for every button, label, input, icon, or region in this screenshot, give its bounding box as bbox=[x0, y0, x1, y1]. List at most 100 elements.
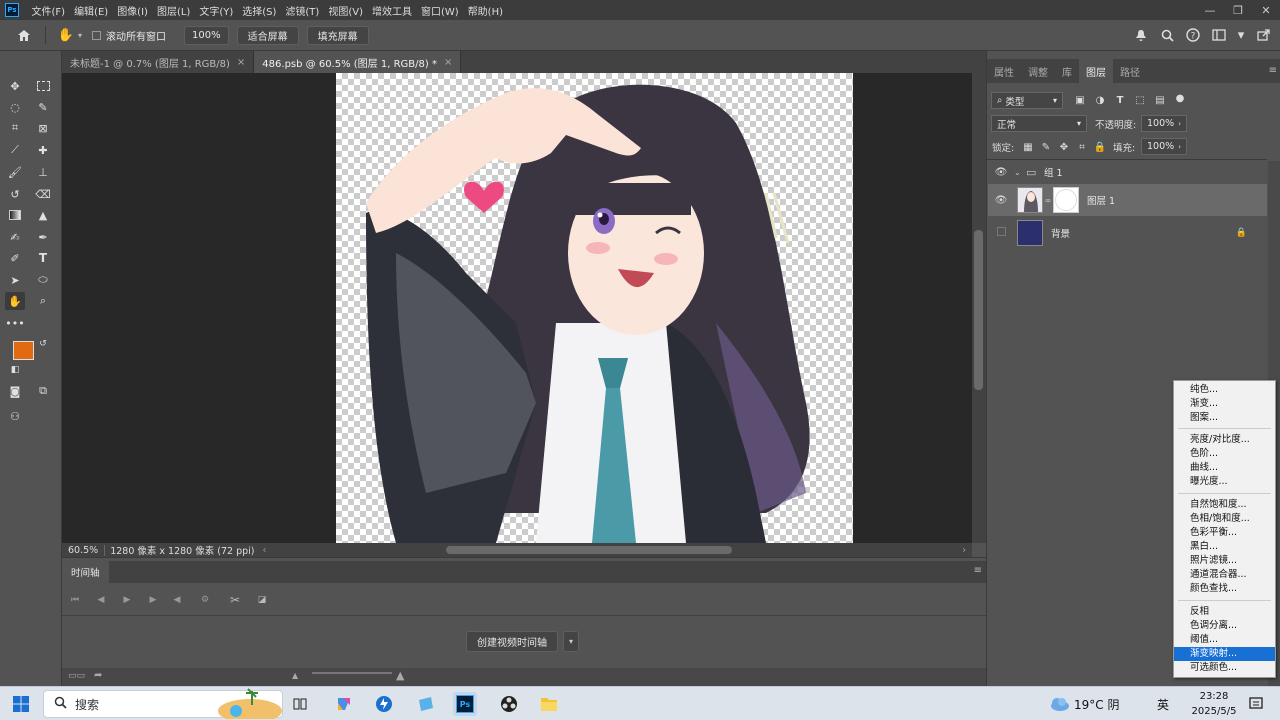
smart-object-filter-icon[interactable]: ▤ bbox=[1153, 93, 1167, 107]
bell-icon[interactable] bbox=[1130, 24, 1152, 46]
opacity-field[interactable]: 100% › bbox=[1141, 115, 1187, 132]
ellipse-tool-icon[interactable]: ⬭ bbox=[33, 271, 53, 289]
foreground-color-swatch[interactable] bbox=[13, 341, 34, 360]
ime-indicator[interactable]: 英 bbox=[1157, 696, 1169, 713]
tab-486-psb[interactable]: 486.psb @ 60.5% (图层 1, RGB/8) * × bbox=[254, 51, 462, 73]
close-icon[interactable]: × bbox=[237, 57, 245, 68]
menu-file[interactable]: 文件(F) bbox=[27, 3, 70, 18]
menu-item-threshold[interactable]: 阈值... bbox=[1174, 633, 1275, 647]
marquee-tool-icon[interactable] bbox=[33, 77, 53, 95]
visibility-toggle-empty[interactable] bbox=[988, 227, 1014, 239]
swap-colors-icon[interactable]: ↺ bbox=[37, 338, 49, 350]
type-tool-icon[interactable]: T bbox=[33, 249, 53, 267]
dodge-tool-icon[interactable]: ✍ bbox=[5, 228, 25, 246]
horizontal-scroll-thumb[interactable] bbox=[446, 546, 732, 554]
lock-pixels-icon[interactable]: ✎ bbox=[1039, 140, 1053, 154]
transition-icon[interactable]: ◪ bbox=[255, 593, 269, 607]
first-frame-icon[interactable]: ⏮ bbox=[68, 593, 82, 607]
menu-plugins[interactable]: 增效工具 bbox=[367, 3, 416, 18]
menu-item-channel-mixer[interactable]: 通道混合器... bbox=[1174, 568, 1275, 582]
zoom-level[interactable]: 60.5% bbox=[62, 544, 106, 556]
chevron-right-icon[interactable]: › bbox=[962, 545, 966, 556]
tab-layers[interactable]: 图层 bbox=[1079, 59, 1113, 83]
home-icon[interactable] bbox=[11, 29, 37, 42]
menu-item-photo-filter[interactable]: 照片滤镜... bbox=[1174, 554, 1275, 568]
canvas-workspace[interactable] bbox=[62, 73, 972, 543]
type-filter-icon[interactable]: T bbox=[1113, 93, 1127, 107]
path-select-tool-icon[interactable]: ➤ bbox=[5, 271, 25, 289]
visibility-eye-icon[interactable]: 👁 bbox=[988, 195, 1014, 206]
hand-tool-icon[interactable]: ✋ bbox=[54, 28, 78, 43]
play-icon[interactable]: ▶ bbox=[120, 593, 134, 607]
panel-menu-icon[interactable]: ≡ bbox=[974, 565, 982, 576]
history-brush-icon[interactable]: ↺ bbox=[5, 185, 25, 203]
workspace-icon[interactable] bbox=[1208, 24, 1230, 46]
close-button[interactable]: ✕ bbox=[1252, 0, 1280, 20]
menu-item-brightness-contrast[interactable]: 亮度/对比度... bbox=[1174, 433, 1275, 447]
layer-mask-thumbnail[interactable] bbox=[1053, 187, 1079, 213]
close-icon[interactable]: × bbox=[444, 57, 452, 68]
task-view-icon[interactable] bbox=[288, 692, 312, 716]
zoom-tool-icon[interactable]: ⌕ bbox=[33, 292, 53, 310]
tab-libraries[interactable]: 库 bbox=[1055, 59, 1079, 83]
render-icon[interactable]: ➦ bbox=[94, 670, 102, 681]
lock-all-icon[interactable]: 🔒 bbox=[1093, 140, 1107, 154]
menu-image[interactable]: 图像(I) bbox=[113, 3, 153, 18]
split-icon[interactable]: ✂ bbox=[228, 593, 242, 607]
screen-mode-icon[interactable]: ⧉ bbox=[33, 382, 53, 400]
share-icon[interactable] bbox=[1252, 24, 1274, 46]
vertical-scroll-thumb[interactable] bbox=[974, 230, 983, 390]
blend-mode-select[interactable]: 正常 ▾ bbox=[991, 115, 1087, 132]
feishu-icon[interactable] bbox=[372, 692, 396, 716]
chevron-down-icon[interactable]: ▾ bbox=[563, 631, 579, 652]
menu-item-levels[interactable]: 色阶... bbox=[1174, 447, 1275, 461]
menu-type[interactable]: 文字(Y) bbox=[195, 3, 238, 18]
menu-item-hue-saturation[interactable]: 色相/饱和度... bbox=[1174, 512, 1275, 526]
app-blue-icon[interactable] bbox=[414, 692, 438, 716]
quick-select-tool-icon[interactable]: ✎ bbox=[33, 98, 53, 116]
more-tools-icon[interactable]: ••• bbox=[5, 314, 25, 332]
menu-filter[interactable]: 滤镜(T) bbox=[281, 3, 324, 18]
tab-untitled-1[interactable]: 未标题-1 @ 0.7% (图层 1, RGB/8) × bbox=[62, 51, 255, 73]
zoom-in-icon[interactable]: ▲ bbox=[396, 669, 404, 682]
help-icon[interactable]: ? bbox=[1182, 24, 1204, 46]
gradient-tool-icon[interactable] bbox=[5, 206, 25, 224]
menu-item-selective-color[interactable]: 可选颜色... bbox=[1174, 661, 1275, 675]
prev-frame-icon[interactable]: ◀ bbox=[94, 593, 108, 607]
shape-filter-icon[interactable]: ⬚ bbox=[1133, 93, 1147, 107]
tab-timeline[interactable]: 时间轴 bbox=[62, 561, 109, 583]
brush-tool-icon[interactable]: 🖌 bbox=[5, 163, 25, 181]
zoom-out-icon[interactable]: ▲ bbox=[292, 671, 298, 680]
lock-artboard-icon[interactable]: ⌗ bbox=[1075, 140, 1089, 154]
taskbar-clock[interactable]: 23:28 2025/5/5 bbox=[1190, 689, 1238, 719]
tab-paths[interactable]: 路径 bbox=[1113, 59, 1147, 83]
chevron-down-icon[interactable]: ⌄ bbox=[1014, 168, 1026, 177]
restore-button[interactable]: ❐ bbox=[1224, 0, 1252, 20]
healing-brush-icon[interactable]: ✚ bbox=[33, 141, 53, 159]
create-video-timeline-button[interactable]: 创建视频时间轴 bbox=[466, 631, 558, 652]
weather-cloud-icon[interactable] bbox=[1046, 692, 1072, 716]
menu-item-gradient[interactable]: 渐变... bbox=[1174, 397, 1275, 411]
lasso-tool-icon[interactable]: ◌ bbox=[5, 98, 25, 116]
adjustment-filter-icon[interactable]: ◑ bbox=[1093, 93, 1107, 107]
menu-layer[interactable]: 图层(L) bbox=[152, 3, 194, 18]
obs-icon[interactable] bbox=[497, 692, 521, 716]
pen-freeform-icon[interactable]: ✐ bbox=[5, 249, 25, 267]
layer-filter-select[interactable]: ⌕ 类型 ▾ bbox=[991, 92, 1063, 109]
layer-row-layer-1[interactable]: 👁 ∞ 图层 1 bbox=[988, 184, 1267, 216]
pen-tool-icon[interactable]: ✒ bbox=[33, 228, 53, 246]
copilot-icon[interactable] bbox=[332, 692, 356, 716]
settings-icon[interactable]: ⚙ bbox=[198, 593, 212, 607]
fit-screen-button[interactable]: 适合屏幕 bbox=[236, 25, 299, 45]
menu-item-invert[interactable]: 反相 bbox=[1174, 605, 1275, 619]
windows-start-icon[interactable] bbox=[9, 692, 33, 716]
quick-mask-icon[interactable]: ◙ bbox=[5, 382, 25, 400]
menu-item-solid-color[interactable]: 纯色... bbox=[1174, 383, 1275, 397]
tab-properties[interactable]: 属性 bbox=[987, 59, 1021, 83]
frames-icon[interactable]: ▭▭ bbox=[68, 671, 85, 681]
menu-item-vibrance[interactable]: 自然饱和度... bbox=[1174, 498, 1275, 512]
default-colors-icon[interactable]: ◧ bbox=[9, 364, 21, 376]
next-frame-icon[interactable]: ▶ bbox=[146, 593, 160, 607]
menu-item-exposure[interactable]: 曝光度... bbox=[1174, 475, 1275, 489]
eraser-tool-icon[interactable]: ⌫ bbox=[33, 185, 53, 203]
